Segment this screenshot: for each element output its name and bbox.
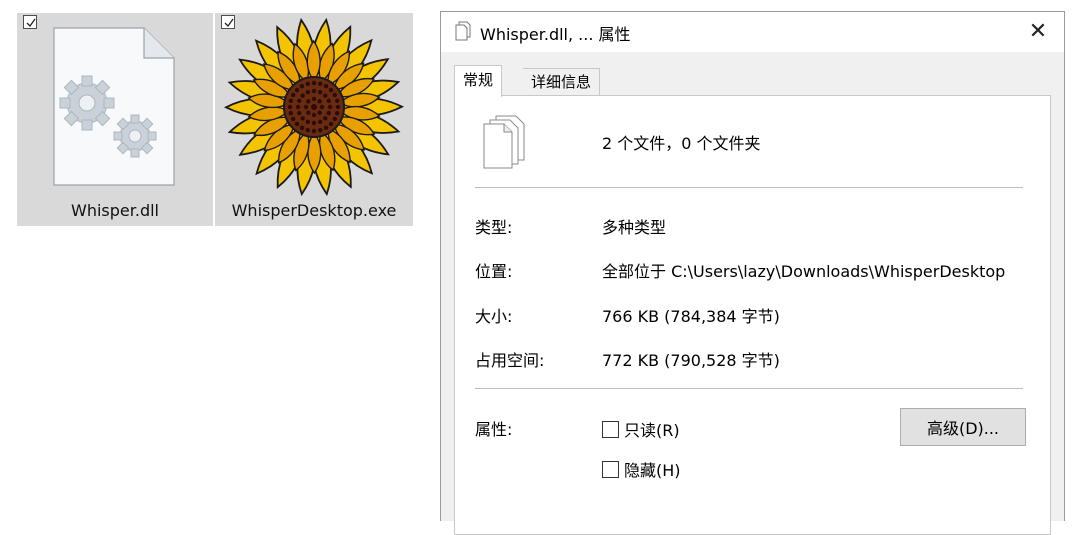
location-label: 位置: xyxy=(475,262,513,281)
checkbox-box[interactable] xyxy=(602,420,619,438)
file-tile-whisperdesktop-exe[interactable]: WhisperDesktop.exe xyxy=(215,13,413,226)
file-name: Whisper.dll xyxy=(71,201,159,220)
dialog-title: Whisper.dll, ... 属性 xyxy=(480,25,631,44)
hidden-checkbox[interactable]: 隐藏(H) xyxy=(602,457,681,481)
sunflower-icon xyxy=(223,17,405,197)
tab-general[interactable]: 常规 xyxy=(454,65,503,97)
divider xyxy=(475,388,1023,389)
size-value[interactable]: 766 KB (784,384 字节) xyxy=(602,303,780,327)
tab-details[interactable]: 详细信息 xyxy=(523,68,601,95)
multiple-files-icon xyxy=(483,115,525,169)
size-on-disk-label: 占用空间: xyxy=(475,351,545,370)
multiple-files-icon xyxy=(455,21,471,41)
file-checkbox[interactable] xyxy=(221,15,235,29)
dll-gears-icon xyxy=(53,27,175,186)
type-label: 类型: xyxy=(475,218,513,237)
title-bar[interactable]: Whisper.dll, ... 属性 ✕ xyxy=(441,12,1064,52)
advanced-button[interactable]: 高级(D)... xyxy=(900,408,1026,446)
general-panel: 2 个文件，0 个文件夹 类型: 多种类型 位置: 全部位于 C:\Users\… xyxy=(454,95,1051,535)
size-on-disk-value[interactable]: 772 KB (790,528 字节) xyxy=(602,347,780,371)
file-tile-whisper-dll[interactable]: Whisper.dll xyxy=(17,13,213,226)
checkbox-box[interactable] xyxy=(602,460,619,478)
attributes-label: 属性: xyxy=(475,420,513,439)
selection-summary: 2 个文件，0 个文件夹 xyxy=(602,134,761,153)
readonly-label: 只读(R) xyxy=(624,421,680,440)
file-name: WhisperDesktop.exe xyxy=(231,201,397,220)
location-value[interactable]: 全部位于 C:\Users\lazy\Downloads\WhisperDesk… xyxy=(602,258,1005,282)
close-icon: ✕ xyxy=(1028,19,1048,44)
divider xyxy=(475,187,1023,188)
size-label: 大小: xyxy=(475,307,513,326)
properties-dialog: Whisper.dll, ... 属性 ✕ 常规 详细信息 2 个文件，0 个文… xyxy=(440,11,1065,535)
close-button[interactable]: ✕ xyxy=(1022,16,1054,48)
readonly-checkbox[interactable]: 只读(R) xyxy=(602,417,680,441)
type-value[interactable]: 多种类型 xyxy=(602,214,666,238)
hidden-label: 隐藏(H) xyxy=(624,461,681,480)
file-checkbox[interactable] xyxy=(23,15,37,29)
